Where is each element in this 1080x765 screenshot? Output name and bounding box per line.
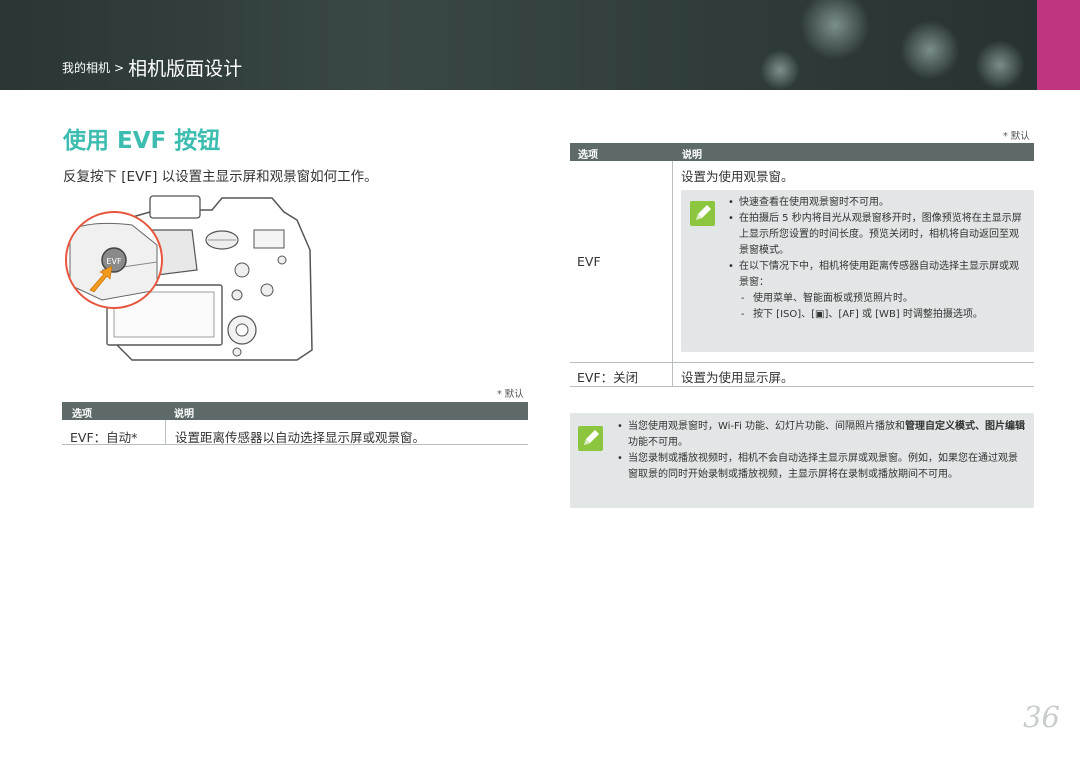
list-item: 在拍摄后 5 秒内将目光从观景窗移开时，图像预览将在主显示屏上显示所您设置的时间… [727, 211, 1022, 259]
breadcrumb: 我的相机 > 相机版面设计 [62, 54, 242, 81]
col-option-label: 选项 [72, 409, 92, 420]
section-title: 使用 EVF 按钮 [63, 128, 221, 154]
camera-illustration: EVF [62, 190, 324, 370]
list-subitem: 按下 [ISO]、[▣]、[AF] 或 [WB] 时调整拍摄选项。 [727, 307, 1022, 323]
option-evf-off: EVF：关闭 [577, 370, 639, 385]
decor-glow [975, 40, 1025, 90]
evf-note-list: 快速查看在使用观景窗时不可用。 在拍摄后 5 秒内将目光从观景窗移开时，图像预览… [727, 195, 1022, 323]
note-text-bold: 管理自定义模式、图片编辑 [905, 421, 1026, 432]
divider [672, 161, 673, 386]
page-header: 我的相机 > 相机版面设计 [0, 0, 1080, 90]
divider [62, 444, 528, 445]
section-intro: 反复按下 [EVF] 以设置主显示屏和观景窗如何工作。 [63, 169, 378, 185]
page-number: 36 [1023, 700, 1060, 734]
option-evf-desc: 设置为使用观景窗。 [681, 169, 794, 184]
table-header: 选项 说明 [570, 143, 1034, 161]
table-header: 选项 说明 [62, 402, 528, 420]
option-evf-off-desc: 设置为使用显示屏。 [681, 370, 794, 385]
option-evf: EVF [577, 254, 601, 269]
pen-note-icon [690, 201, 715, 226]
note-text: 当您使用观景窗时，Wi-Fi 功能、幻灯片功能、间隔照片播放和 [628, 421, 906, 432]
list-item: 当您使用观景窗时，Wi-Fi 功能、幻灯片功能、间隔照片播放和管理自定义模式、图… [616, 419, 1026, 451]
breadcrumb-current: 相机版面设计 [128, 58, 243, 80]
list-item: 在以下情况下中，相机将使用距离传感器自动选择主显示屏或观景窗： [727, 259, 1022, 291]
chapter-tab[interactable] [1037, 0, 1080, 90]
decor-glow [800, 0, 870, 60]
col-desc-label: 说明 [682, 150, 702, 161]
decor-glow [900, 20, 960, 80]
decor-glow [760, 50, 800, 90]
divider [570, 386, 1034, 387]
col-option-label: 选项 [578, 150, 598, 161]
breadcrumb-separator: > [114, 61, 125, 75]
col-desc-label: 说明 [174, 409, 194, 420]
divider [165, 420, 166, 444]
general-note-list: 当您使用观景窗时，Wi-Fi 功能、幻灯片功能、间隔照片播放和管理自定义模式、图… [616, 419, 1026, 483]
list-subitem: 使用菜单、智能面板或预览照片时。 [727, 291, 1022, 307]
default-note: * 默认 [497, 389, 524, 400]
evf-button-label: EVF [106, 257, 122, 266]
divider [570, 362, 1034, 363]
general-note-box: 当您使用观景窗时，Wi-Fi 功能、幻灯片功能、间隔照片播放和管理自定义模式、图… [570, 413, 1034, 508]
breadcrumb-parent[interactable]: 我的相机 [62, 61, 110, 75]
pen-note-icon [578, 426, 603, 451]
default-note: * 默认 [1003, 131, 1030, 142]
list-item: 当您录制或播放视频时，相机不会自动选择主显示屏或观景窗。例如，如果您在通过观景窗… [616, 451, 1026, 483]
note-text: 功能不可用。 [628, 437, 688, 448]
list-item: 快速查看在使用观景窗时不可用。 [727, 195, 1022, 211]
evf-note-box: 快速查看在使用观景窗时不可用。 在拍摄后 5 秒内将目光从观景窗移开时，图像预览… [681, 190, 1034, 352]
